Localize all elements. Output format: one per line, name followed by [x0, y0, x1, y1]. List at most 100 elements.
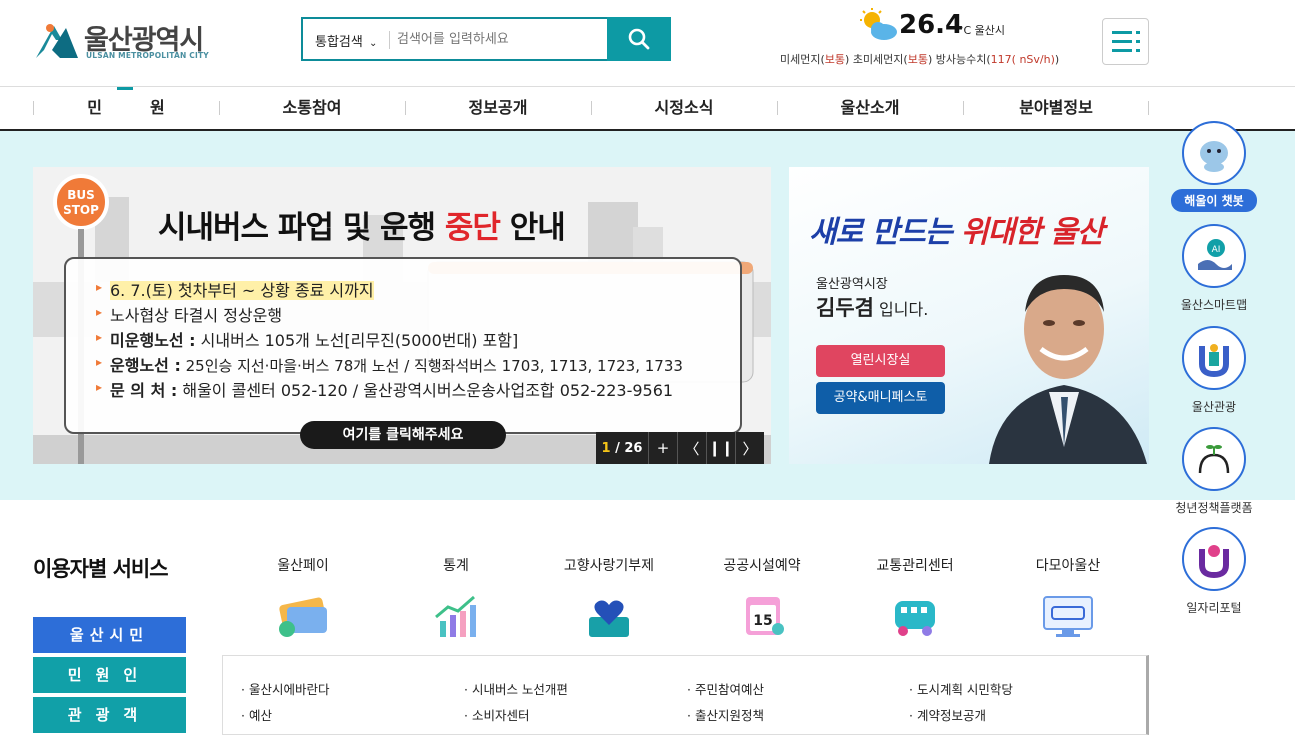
temperature: 26.4 — [899, 10, 964, 40]
nav-label: 울산소개 — [840, 98, 900, 117]
ultra-dust-label: ) 초미세먼지( — [845, 53, 908, 66]
quick-label: 고향사랑기부제 — [563, 558, 655, 574]
search-input[interactable] — [397, 27, 597, 51]
quick-hometown-donation[interactable]: 고향사랑기부제 — [529, 555, 689, 645]
banner-title: 시내버스 파업 및 운행 중단 안내 — [158, 202, 566, 247]
air-quality: 미세먼지(보통) 초미세먼지(보통) 방사능수치(117( nSv/h)) — [780, 51, 1059, 67]
quick-label: 교통관리센터 — [876, 558, 954, 574]
ultra-dust-status: 보통 — [907, 53, 928, 66]
bus-icon — [895, 601, 935, 636]
fine-dust-status: 보통 — [824, 53, 846, 66]
nav-item-disclosure[interactable]: 정보공개 — [405, 87, 591, 129]
pause-icon: ❙❙ — [708, 439, 734, 457]
side-circle — [1182, 527, 1246, 591]
side-label: 울산관광 — [1191, 400, 1237, 414]
slide-current: 1 — [601, 440, 611, 456]
mayor-role: 울산광역시장 — [816, 277, 888, 292]
banner-next-button[interactable]: 〉 — [735, 432, 764, 464]
nav-item-about[interactable]: 울산소개 — [777, 87, 963, 129]
notice-line: 6. 7.(토) 첫차부터 ~ 상황 종료 시까지 — [96, 277, 374, 301]
tourism-icon — [1199, 344, 1229, 378]
mayor-slogan: 새로 만드는 위대한 울산 — [809, 207, 1104, 251]
nav-label: 시정소식 — [654, 98, 714, 117]
banner-prev-button[interactable]: 〈 — [677, 432, 706, 464]
quick-ulsan-pay[interactable]: 울산페이 — [223, 555, 383, 645]
side-item-chatbot[interactable]: 해울이 챗봇 — [1166, 121, 1262, 212]
notice-line: 운행노선 : 25인승 지선·마을·버스 78개 노선 / 직행좌석버스 170… — [96, 352, 683, 376]
services-title: 이용자별 서비스 — [33, 557, 169, 581]
banner-more-button[interactable]: + — [648, 432, 677, 464]
quick-label: 다모아울산 — [1035, 558, 1101, 574]
notice-label: 운행노선 : — [110, 356, 181, 375]
bus-stop-sign: BUS STOP — [53, 174, 109, 230]
nav-label: 소통참여 — [282, 98, 342, 117]
side-circle — [1182, 326, 1246, 390]
quick-label: 울산페이 — [277, 558, 329, 574]
notice-text: 6. 7.(토) 첫차부터 ~ 상황 종료 시까지 — [110, 281, 374, 300]
notice-label: 문 의 처 : — [110, 381, 178, 400]
tab-citizen[interactable]: 울산시민 — [33, 617, 186, 653]
partly-cloudy-icon — [860, 8, 897, 40]
youth-policy-icon — [1198, 445, 1230, 474]
service-link[interactable]: 주민참여예산 — [687, 679, 764, 698]
banner-cta-button[interactable]: 여기를 클릭해주세요 — [300, 421, 506, 449]
card-icon — [279, 597, 327, 637]
pledge-manifesto-button[interactable]: 공약&매니페스토 — [816, 382, 945, 414]
search-button[interactable] — [607, 17, 671, 61]
nav-item-news[interactable]: 시정소식 — [591, 87, 777, 129]
quick-damoa-ulsan[interactable]: 다모아울산 — [988, 555, 1148, 645]
tab-tourist[interactable]: 관광객 — [33, 697, 186, 733]
service-links-box: 울산시에바란다 시내버스 노선개편 주민참여예산 도시계획 시민학당 예산 소비… — [222, 655, 1149, 735]
side-item-youth-policy[interactable]: 청년정책플랫폼 — [1166, 427, 1262, 516]
service-link[interactable]: 시내버스 노선개편 — [464, 679, 568, 698]
nav-item-participation[interactable]: 소통참여 — [219, 87, 405, 129]
banner-title-highlight: 중단 — [444, 210, 501, 246]
side-item-tourism[interactable]: 울산관광 — [1166, 326, 1262, 415]
tab-petitioner[interactable]: 민원인 — [33, 657, 186, 693]
slogan-part-a: 새로 만드는 — [809, 215, 961, 250]
service-link[interactable]: 예산 — [241, 705, 272, 724]
search-scope-select[interactable]: 통합검색 ⌄ — [303, 19, 389, 59]
nav-item-field-info[interactable]: 분야별정보 — [963, 87, 1149, 129]
service-link[interactable]: 도시계획 시민학당 — [909, 679, 1013, 698]
search-scope-label: 통합검색 — [315, 35, 363, 50]
site-logo[interactable]: 울산광역시 ULSAN METROPOLITAN CITY — [34, 18, 224, 64]
side-item-smart-map[interactable]: AI 울산스마트맵 — [1166, 224, 1262, 313]
mayor-name-text: 김두겸 — [816, 296, 874, 320]
temperature-unit: °C 울산시 — [958, 24, 1006, 37]
service-link[interactable]: 울산시에바란다 — [241, 679, 330, 698]
all-menu-button[interactable] — [1102, 18, 1149, 65]
hamburger-menu-icon — [1111, 30, 1140, 52]
slogan-part-b: 위대한 울산 — [960, 215, 1104, 250]
smart-map-icon: AI — [1198, 239, 1232, 270]
nav-item-civil[interactable]: 민 원 — [33, 87, 219, 129]
search-icon — [628, 28, 650, 50]
slide-counter: 1 / 26 — [596, 432, 648, 464]
open-mayor-office-button[interactable]: 열린시장실 — [816, 345, 945, 377]
notice-line: 문 의 처 : 해울이 콜센터 052-120 / 울산광역시버스운송사업조합 … — [96, 377, 673, 401]
main-banner[interactable]: BUS STOP 시내버스 파업 및 운행 중단 안내 6. 7.(토) 첫차부… — [33, 167, 771, 464]
search-bar: 통합검색 ⌄ — [301, 17, 671, 61]
weather-widget[interactable]: 26.4 °C 울산시 미세먼지(보통) 초미세먼지(보통) 방사능수치(117… — [780, 8, 1090, 68]
chevron-down-icon: ⌄ — [368, 38, 378, 49]
main-nav: 민 원 소통참여 정보공개 시정소식 울산소개 분야별정보 — [0, 87, 1295, 131]
quick-traffic-center[interactable]: 교통관리센터 — [835, 555, 995, 645]
site-header: 울산광역시 ULSAN METROPOLITAN CITY 통합검색 ⌄ 26.… — [0, 0, 1295, 87]
side-circle: AI — [1182, 224, 1246, 288]
stats-chart-icon — [435, 595, 476, 637]
side-item-job-portal[interactable]: 일자리포털 — [1166, 527, 1262, 616]
side-label: 일자리포털 — [1186, 601, 1242, 615]
service-link[interactable]: 소비자센터 — [464, 705, 530, 724]
quick-statistics[interactable]: 통계 — [376, 555, 536, 645]
banner-pause-button[interactable]: ❙❙ — [706, 432, 735, 464]
notice-line: 미운행노선 : 시내버스 105개 노선[리무진(5000번대) 포함] — [96, 327, 518, 351]
mayor-name: 김두겸 입니다. — [816, 292, 928, 322]
quick-facility-reservation[interactable]: 공공시설예약 15 — [682, 555, 842, 645]
service-link[interactable]: 계약정보공개 — [909, 705, 986, 724]
service-link[interactable]: 출산지원정책 — [687, 705, 764, 724]
job-portal-icon — [1199, 545, 1229, 579]
banner-title-pre: 시내버스 파업 및 운행 — [158, 210, 445, 246]
notice-text: 25인승 지선·마을·버스 78개 노선 / 직행좌석버스 1703, 1713… — [180, 357, 683, 375]
radiation-value: 117( nSv/h) — [990, 53, 1055, 66]
banner-title-post: 안내 — [499, 210, 566, 246]
